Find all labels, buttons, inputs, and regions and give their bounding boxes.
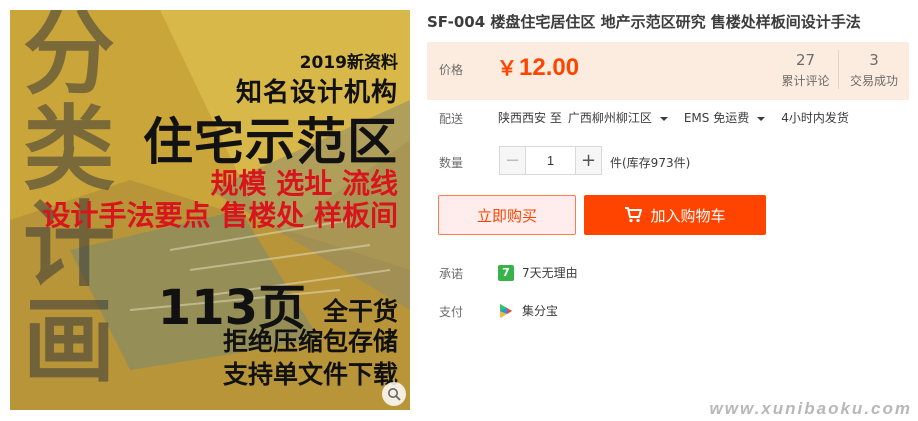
- site-watermark: www.xunibaoku.com: [709, 399, 912, 418]
- product-title: SF-004 楼盘住宅居住区 地产示范区研究 售楼处样板间设计手法: [427, 13, 861, 31]
- product-image[interactable]: 分 类 计 画 2019新资料 知名设计机构 住宅示范区 规模 选址 流线 设计…: [10, 10, 410, 410]
- quantity-decrease-button[interactable]: −: [499, 146, 526, 175]
- shipping-to-selector[interactable]: 广西柳州柳江区: [568, 109, 678, 126]
- buy-now-button[interactable]: 立即购买: [438, 195, 576, 235]
- seven-day-return-icon: 7: [498, 264, 514, 281]
- reviews-label: 累计评论: [781, 74, 830, 88]
- shipping-from: 陕西西安 至: [498, 111, 562, 125]
- add-to-cart-button[interactable]: 加入购物车: [584, 195, 766, 235]
- promise-text: 7天无理由: [522, 266, 578, 280]
- jifenbao-icon: [500, 303, 512, 318]
- shipping-method: EMS 免运费: [683, 111, 750, 125]
- trades-count: 3: [869, 51, 879, 69]
- chevron-down-icon: [659, 116, 668, 121]
- quantity-stepper: − +: [499, 146, 602, 175]
- quantity-label: 数量: [439, 156, 464, 170]
- cart-icon: [625, 207, 643, 223]
- payment-label: 支付: [439, 305, 464, 319]
- trades-label: 交易成功: [849, 74, 898, 88]
- price-label: 价格: [439, 63, 464, 77]
- reviews-stat[interactable]: 27 累计评论: [773, 50, 839, 89]
- poster-year-tag: 2019新资料: [299, 53, 398, 73]
- price-amount: 12.00: [519, 54, 580, 81]
- trades-stat: 3 交易成功: [841, 50, 907, 89]
- magnifier-icon[interactable]: [382, 382, 406, 406]
- price-box: 价格 ￥12.00 27 累计评论 3 交易成功: [427, 42, 909, 100]
- shipping-dispatch: 4小时内发货: [781, 111, 849, 125]
- poster-line-1: 拒绝压缩包存储: [222, 327, 398, 356]
- price-value: ￥12.00: [497, 52, 579, 82]
- quantity-input[interactable]: [526, 146, 575, 175]
- shipping-method-selector[interactable]: EMS 免运费: [684, 109, 775, 126]
- reviews-count: 27: [795, 51, 816, 69]
- shipping-label: 配送: [439, 112, 464, 126]
- shipping-to: 广西柳州柳江区: [567, 111, 652, 125]
- poster-red-line-2: 设计手法要点 售楼处 样板间: [42, 199, 399, 232]
- quantity-increase-button[interactable]: +: [575, 146, 602, 175]
- payment-item[interactable]: 集分宝: [498, 302, 558, 319]
- add-to-cart-label: 加入购物车: [650, 206, 726, 225]
- stock-info: 件(库存973件): [610, 156, 691, 170]
- payment-text: 集分宝: [522, 304, 559, 318]
- promise-item[interactable]: 7 7天无理由: [498, 264, 578, 281]
- shipping-row: 陕西西安 至 广西柳州柳江区 EMS 免运费 4小时内发货: [498, 109, 855, 126]
- currency-symbol: ￥: [497, 58, 517, 80]
- chevron-down-icon: [757, 116, 766, 121]
- promise-label: 承诺: [439, 267, 464, 281]
- poster-line-2: 支持单文件下载: [222, 360, 398, 389]
